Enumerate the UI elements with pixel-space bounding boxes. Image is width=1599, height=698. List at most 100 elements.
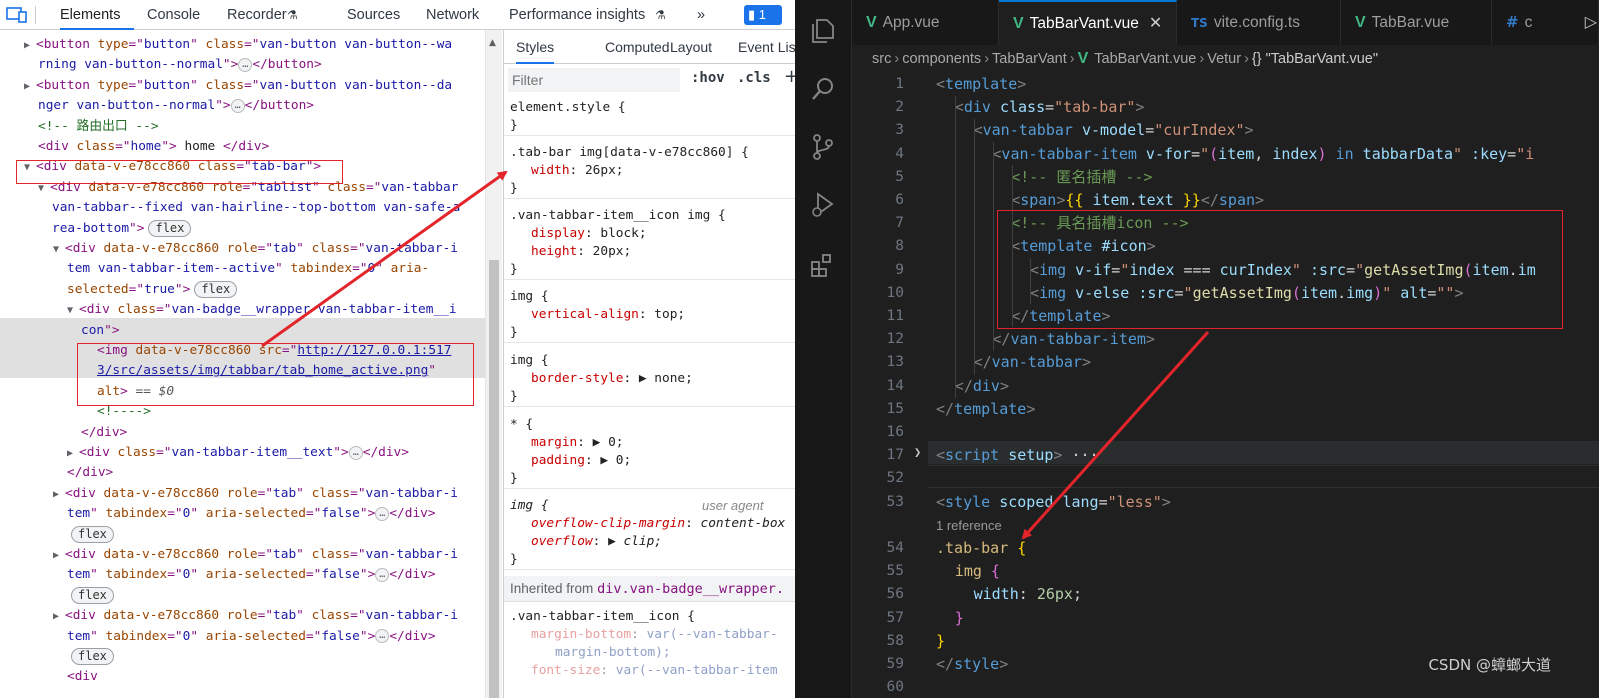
messages-badge[interactable]: ▮ 1 — [744, 5, 782, 25]
style-property[interactable]: overflow-clip-margin: content-box — [504, 515, 795, 533]
code-line[interactable]: 8 <template #icon> — [852, 235, 1599, 258]
dom-node-line[interactable]: flex — [67, 647, 114, 667]
devtools-tab-recorder[interactable]: Recorder — [227, 0, 287, 30]
style-property[interactable]: font-size: var(--van-tabbar-item — [504, 662, 778, 680]
breadcrumb-item[interactable]: components — [902, 51, 981, 67]
code-editor[interactable]: ❯ 1 <template> 2 <div class="tab-bar"> 3 <van… — [852, 73, 1599, 698]
search-icon[interactable] — [808, 74, 838, 104]
property-value[interactable]: ▶ none; — [639, 371, 693, 386]
dom-node-line[interactable]: tem van-tabbar-item--active" tabindex="0… — [67, 259, 429, 279]
devtools-tab-network[interactable]: Network — [426, 0, 479, 30]
hover-state-toggle[interactable]: :hov — [691, 70, 725, 86]
devtools-tab-performance-insights[interactable]: Performance insights — [509, 0, 645, 30]
style-property[interactable]: border-style: ▶ none; — [504, 370, 795, 388]
src-link[interactable]: 3/src/assets/img/tabbar/tab_home_active.… — [97, 363, 428, 378]
property-value[interactable]: ▶ 0; — [600, 453, 631, 468]
flex-badge[interactable]: flex — [71, 586, 114, 604]
code-line[interactable]: 3 <van-tabbar v-model="curIndex"> — [852, 119, 1599, 142]
collapsed-content-ellipsis[interactable]: … — [375, 629, 390, 644]
dom-node-line[interactable]: tem" tabindex="0" aria-selected="false">… — [67, 627, 436, 647]
editor-tab-tabbarvant-vue[interactable]: V TabBarVant.vue ✕ — [999, 0, 1177, 45]
code-line[interactable]: 60 — [852, 676, 1599, 698]
dom-node-line[interactable]: ▼ <div data-v-e78cc860 role="tab" class="… — [53, 239, 458, 259]
dom-node-line[interactable]: ▶ <div data-v-e78cc860 role="tab" class="… — [53, 606, 458, 626]
flex-badge[interactable]: flex — [148, 219, 192, 237]
dom-node-line[interactable]: ▶ <button type="button" class="van-button… — [24, 76, 452, 96]
collapsed-content-ellipsis[interactable]: … — [238, 57, 253, 72]
code-line[interactable]: 9 <img v-if="index === curIndex" :src="ge… — [852, 259, 1599, 282]
devtools-tab-console[interactable]: Console — [147, 0, 200, 30]
breadcrumb-item[interactable]: TabBarVant.vue — [1094, 51, 1196, 67]
collapsed-arrow-icon[interactable]: ▶ — [53, 607, 65, 627]
dom-node-line[interactable]: flex — [67, 525, 114, 545]
code-line[interactable]: 7 <!-- 具名插槽icon --> — [852, 212, 1599, 235]
code-line[interactable]: 4 <van-tabbar-item v-for="(item, index) i… — [852, 143, 1599, 166]
close-tab-icon[interactable]: ✕ — [1149, 15, 1162, 32]
editor-tab-tabbar-vue[interactable]: V TabBar.vue — [1341, 0, 1492, 45]
code-line[interactable]: 12 </van-tabbar-item> — [852, 328, 1599, 351]
editor-tab-c[interactable]: # c — [1492, 0, 1599, 45]
codelens-references[interactable]: 1 reference — [936, 518, 1002, 533]
breadcrumb-item[interactable]: src — [872, 51, 891, 67]
property-name[interactable]: vertical-align — [531, 307, 639, 322]
editor-scrollbar[interactable] — [1585, 73, 1599, 698]
breadcrumb-item[interactable]: TabBarVant — [992, 51, 1067, 67]
code-line[interactable]: 53 <style scoped lang="less"> — [852, 491, 1599, 514]
scrollbar-thumb[interactable] — [489, 260, 499, 698]
dom-node-line[interactable]: </div> — [67, 463, 113, 483]
collapsed-arrow-icon[interactable]: ▶ — [53, 546, 65, 566]
collapsed-arrow-icon[interactable]: ▶ — [24, 77, 36, 97]
rule-selector[interactable]: .tab-bar img[data-v-e78cc860] { — [510, 145, 749, 160]
rule-selector[interactable]: .van-tabbar-item__icon { — [504, 608, 778, 626]
code-line[interactable]: 14 </div> — [852, 375, 1599, 398]
inherited-element-link[interactable]: div.van-badge__wrapper. — [597, 581, 784, 597]
property-value[interactable]: 26px; — [585, 163, 624, 178]
code-line[interactable]: 1 reference — [852, 514, 1599, 534]
collapsed-arrow-icon[interactable]: ▶ — [67, 444, 79, 464]
property-value[interactable]: content-box — [701, 516, 786, 531]
style-property[interactable]: padding: ▶ 0; — [504, 452, 795, 470]
dom-node-line[interactable]: rning van-button--normal">… </button> — [38, 55, 322, 75]
code-line[interactable]: 56 width: 26px; — [852, 583, 1599, 606]
style-property[interactable]: width: 26px; — [504, 162, 795, 180]
run-icon[interactable]: ▷ — [1585, 12, 1597, 31]
style-property[interactable]: margin-bottom: var(--van-tabbar- — [504, 626, 778, 644]
property-value[interactable]: 20px; — [593, 244, 632, 259]
devtools-tab-[interactable]: » — [697, 0, 705, 30]
dom-node-line[interactable]: ▶ <div data-v-e78cc860 role="tab" class="… — [53, 484, 458, 504]
dom-node-line[interactable]: van-tabbar--fixed van-hairline--top-bott… — [52, 198, 460, 218]
dom-node-line[interactable]: tem" tabindex="0" aria-selected="false">… — [67, 565, 436, 585]
src-link[interactable]: http://127.0.0.1:517 — [297, 343, 451, 358]
dom-node-line[interactable]: <div class="home"> home </div> — [38, 137, 269, 157]
elements-tree[interactable]: ▶ <button type="button" class="van-button… — [0, 30, 485, 698]
editor-tab-app-vue[interactable]: V App.vue — [852, 0, 999, 45]
property-value[interactable]: ▶ 0; — [593, 435, 624, 450]
dom-node-line[interactable]: 3/src/assets/img/tabbar/tab_home_active.… — [97, 361, 436, 381]
dom-node-line[interactable]: <img data-v-e78cc860 src="http://127.0.0… — [97, 341, 451, 361]
property-value[interactable]: var(--van-tabbar- — [647, 627, 778, 642]
rule-selector[interactable]: element.style { — [510, 100, 626, 115]
style-property[interactable]: margin: ▶ 0; — [504, 434, 795, 452]
property-name[interactable]: margin-bottom — [531, 627, 631, 642]
dom-node-line[interactable]: ▼ <div data-v-e78cc860 class="tab-bar"> — [24, 157, 321, 177]
code-line[interactable]: 52 — [852, 467, 1599, 490]
dom-node-line[interactable]: tem" tabindex="0" aria-selected="false">… — [67, 504, 436, 524]
property-value[interactable]: margin-bottom); — [555, 645, 671, 660]
code-line[interactable]: 55 img { — [852, 560, 1599, 583]
rule-selector[interactable]: .van-tabbar-item__icon img { — [510, 208, 726, 223]
dom-node-line[interactable]: ▶ <div data-v-e78cc860 role="tab" class="… — [53, 545, 458, 565]
dom-node-line[interactable]: alt> == $0 — [97, 382, 174, 402]
style-property[interactable]: overflow: ▶ clip; — [504, 533, 795, 551]
code-line[interactable]: 2 <div class="tab-bar"> — [852, 96, 1599, 119]
run-debug-icon[interactable] — [808, 190, 838, 220]
style-property[interactable]: vertical-align: top; — [504, 306, 795, 324]
styles-tab-styles[interactable]: Styles — [516, 30, 555, 64]
editor-tab-vite-config-ts[interactable]: TS vite.config.ts — [1177, 0, 1341, 45]
code-line[interactable]: 10 <img v-else :src="getAssetImg(item.img… — [852, 282, 1599, 305]
style-property[interactable]: height: 20px; — [504, 243, 795, 261]
property-name[interactable]: border-style — [531, 371, 623, 386]
expanded-arrow-icon[interactable]: ▼ — [67, 301, 79, 321]
code-line[interactable]: 58} — [852, 630, 1599, 653]
dom-node-line[interactable]: <!-- 路由出口 --> — [38, 117, 159, 137]
code-line[interactable]: 17 <script setup> ··· — [852, 444, 1599, 467]
